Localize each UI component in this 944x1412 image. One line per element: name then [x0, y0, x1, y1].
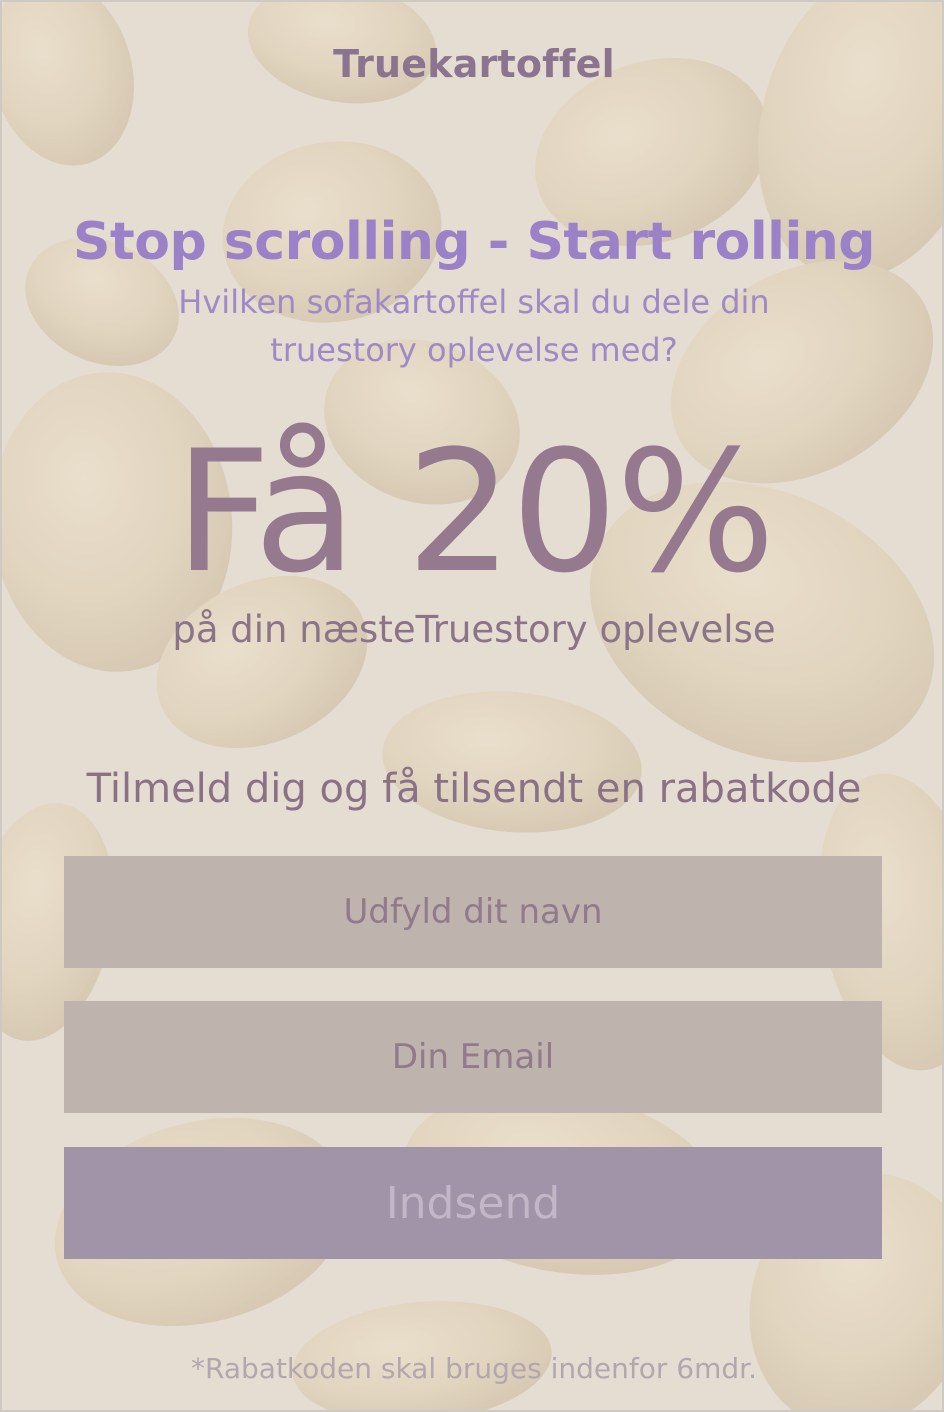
discount-offer-subtitle: på din næsteTruestory oplevelse	[172, 608, 776, 651]
subline: Hvilken sofakartoffel skal du dele din t…	[178, 283, 770, 369]
name-input[interactable]	[64, 856, 882, 968]
popup-content: Truekartoffel Stop scrolling - Start rol…	[2, 2, 942, 1410]
popup-window: Truekartoffel Stop scrolling - Start rol…	[0, 0, 944, 1412]
submit-button[interactable]: Indsend	[64, 1147, 882, 1259]
headline: Stop scrolling - Start rolling	[72, 212, 876, 272]
discount-offer: Få 20%	[174, 414, 776, 610]
brand-name: Truekartoffel	[333, 42, 615, 86]
disclaimer-text: *Rabatkoden skal bruges indenfor 6mdr.	[191, 1352, 757, 1385]
signup-lead-text: Tilmeld dig og få tilsendt en rabatkode	[86, 766, 862, 812]
email-input[interactable]	[64, 1001, 882, 1113]
